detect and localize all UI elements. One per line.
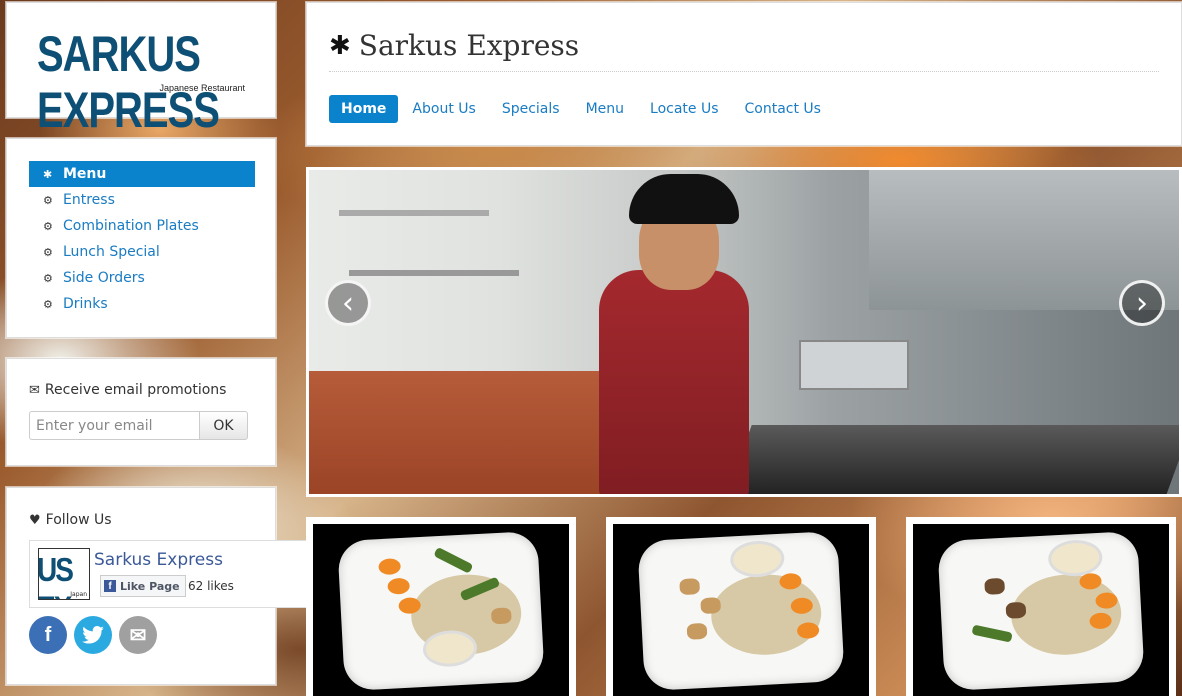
slide-shelf	[339, 210, 489, 216]
facebook-icon[interactable]: f	[29, 616, 67, 654]
logo-subtitle: Japanese Restaurant	[159, 83, 245, 93]
sidebar-item-combination-plates[interactable]: ⚙ Combination Plates	[29, 213, 255, 239]
ok-button[interactable]: OK	[199, 411, 248, 440]
vegetable	[971, 624, 1013, 643]
like-page-button[interactable]: f Like Page	[100, 575, 186, 597]
slide-chef-cap	[629, 174, 739, 224]
email-form: OK	[29, 411, 248, 440]
like-count: 62 likes	[188, 579, 234, 593]
sidebar-item-side-orders[interactable]: ⚙ Side Orders	[29, 265, 255, 291]
follow-panel: ♥ Follow Us US EX Japan Sarkus Express f…	[6, 487, 321, 685]
sidebar-menu-panel: ✱ Menu ⚙ Entress ⚙ Combination Plates ⚙ …	[6, 138, 276, 338]
social-links: f ✉	[29, 616, 164, 654]
gear-icon: ⚙	[43, 271, 53, 285]
nav-menu[interactable]: Menu	[574, 95, 636, 123]
page-title: ✱ Sarkus Express	[329, 29, 579, 62]
slide-shelf	[349, 270, 519, 276]
slide-image	[309, 170, 1179, 494]
food-image	[613, 524, 869, 696]
site-title-text: Sarkus Express	[358, 29, 580, 62]
sidebar-item-label: Combination Plates	[63, 218, 199, 234]
asterisk-icon: ✱	[329, 30, 351, 61]
asterisk-icon: ✱	[43, 167, 53, 181]
sauce-cup	[1047, 538, 1104, 578]
gear-icon: ⚙	[43, 193, 53, 207]
chicken	[686, 622, 708, 640]
facebook-page-name[interactable]: Sarkus Express	[94, 550, 223, 570]
vegetable	[433, 546, 474, 574]
nav-locate-us[interactable]: Locate Us	[638, 95, 731, 123]
sidebar-item-label: Menu	[63, 166, 107, 182]
facebook-page-thumbnail[interactable]: US EX Japan	[38, 548, 90, 600]
sidebar-item-menu[interactable]: ✱ Menu	[29, 161, 255, 187]
carrot	[387, 577, 411, 595]
nav-contact-us[interactable]: Contact Us	[733, 95, 833, 123]
beef	[984, 577, 1006, 595]
carrot	[796, 621, 820, 640]
email-heading-text: Receive email promotions	[44, 382, 227, 398]
slide-grill	[726, 425, 1179, 494]
food-image	[913, 524, 1169, 696]
email-heading: ✉ Receive email promotions	[29, 382, 226, 398]
gear-icon: ⚙	[43, 297, 53, 311]
sidebar-item-lunch-special[interactable]: ⚙ Lunch Special	[29, 239, 255, 265]
food-card[interactable]	[606, 517, 876, 696]
image-slider: ‹ ›	[306, 167, 1182, 497]
header: ✱ Sarkus Express Home About Us Specials …	[306, 2, 1182, 146]
sidebar-item-label: Drinks	[63, 296, 108, 312]
sidebar-item-label: Entress	[63, 192, 115, 208]
sidebar-item-label: Side Orders	[63, 270, 145, 286]
main-nav: Home About Us Specials Menu Locate Us Co…	[329, 95, 835, 123]
plate	[337, 530, 545, 692]
gear-icon: ⚙	[43, 219, 53, 233]
plate	[637, 530, 845, 692]
gear-icon: ⚙	[43, 245, 53, 259]
envelope-icon: ✉	[29, 382, 40, 398]
email-field[interactable]	[29, 411, 199, 440]
slide-chef	[599, 270, 749, 494]
thumbnail-subtext: Japan	[70, 591, 87, 598]
email-icon[interactable]: ✉	[119, 616, 157, 654]
heart-icon: ♥	[29, 512, 41, 528]
sidebar-menu: ✱ Menu ⚙ Entress ⚙ Combination Plates ⚙ …	[29, 161, 255, 317]
twitter-icon[interactable]	[74, 616, 112, 654]
facebook-icon: f	[104, 580, 116, 592]
slide-tray	[799, 340, 909, 390]
facebook-widget: US EX Japan Sarkus Express f Like Page 6…	[29, 540, 321, 608]
food-card[interactable]	[306, 517, 576, 696]
nav-home[interactable]: Home	[329, 95, 399, 123]
plate	[937, 530, 1145, 692]
carrot	[378, 558, 402, 576]
sauce-cup	[422, 629, 478, 668]
chicken	[679, 578, 701, 596]
food-image	[313, 524, 569, 696]
chicken	[700, 597, 722, 615]
chevron-left-icon[interactable]: ‹	[325, 280, 371, 326]
food-card[interactable]	[906, 517, 1176, 696]
sidebar-item-label: Lunch Special	[63, 244, 160, 260]
follow-heading-text: Follow Us	[45, 512, 112, 528]
follow-heading: ♥ Follow Us	[29, 512, 112, 528]
sidebar-item-entress[interactable]: ⚙ Entress	[29, 187, 255, 213]
divider	[329, 71, 1159, 72]
chicken	[490, 607, 512, 625]
sauce-cup	[729, 539, 786, 579]
sidebar-item-drinks[interactable]: ⚙ Drinks	[29, 291, 255, 317]
rice	[709, 571, 824, 658]
logo-panel: SARKUS EXPRESS Japanese Restaurant	[6, 2, 276, 138]
like-page-label: Like Page	[120, 579, 180, 593]
beef	[1005, 601, 1027, 619]
email-promo-panel: ✉ Receive email promotions OK	[6, 358, 276, 466]
chevron-right-icon[interactable]: ›	[1119, 280, 1165, 326]
nav-about-us[interactable]: About Us	[400, 95, 487, 123]
nav-specials[interactable]: Specials	[490, 95, 572, 123]
